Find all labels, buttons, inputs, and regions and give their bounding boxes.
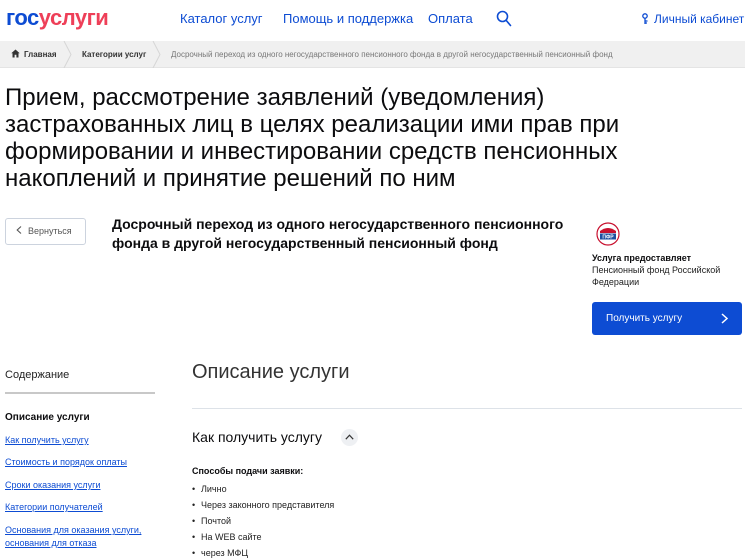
toc-link-how-to-get[interactable]: Как получить услугу <box>5 434 89 446</box>
pfr-logo-text: ПФР <box>602 234 614 240</box>
personal-cabinet-link[interactable]: Личный кабинет <box>640 11 744 27</box>
how-to-get-heading[interactable]: Как получить услугу <box>192 428 322 446</box>
toc-link-terms[interactable]: Сроки оказания услуги <box>5 479 100 491</box>
method-item: Лично <box>192 483 226 495</box>
breadcrumb-home-label: Главная <box>24 50 57 59</box>
get-service-button-label: Получить услугу <box>606 313 683 324</box>
get-service-button[interactable]: Получить услугу <box>592 302 742 335</box>
section-title: Описание услуги <box>192 361 350 383</box>
back-button-label: Вернуться <box>28 226 72 236</box>
methods-heading: Способы подачи заявки: <box>192 466 304 476</box>
nav-payment-link[interactable]: Оплата <box>428 11 473 27</box>
breadcrumb-separator-icon <box>63 41 72 68</box>
pfr-logo-icon: ПФР <box>596 222 620 246</box>
toc-link-cost[interactable]: Стоимость и порядок оплаты <box>5 456 127 468</box>
provider-name: Пенсионный фонд Российской Федерации <box>592 265 721 287</box>
chevron-left-icon <box>16 226 22 234</box>
breadcrumb-current: Досрочный переход из одного негосударств… <box>171 50 613 59</box>
toc-link-grounds[interactable]: Основания для оказания услуги, <box>5 524 141 536</box>
chevron-right-icon <box>721 313 728 324</box>
service-subtitle: Досрочный переход из одного негосударств… <box>112 216 564 251</box>
gosuslugi-logo[interactable]: госуслуги <box>6 5 109 30</box>
nav-help-link[interactable]: Помощь и поддержка <box>283 11 413 27</box>
method-item: через МФЦ <box>192 547 248 559</box>
site-header: госуслуги Каталог услуг Помощь и поддерж… <box>0 0 745 40</box>
home-icon <box>11 49 20 58</box>
method-item: Через законного представителя <box>192 499 334 511</box>
toc-link-grounds-refusal[interactable]: основания для отказа <box>5 537 97 549</box>
breadcrumb-categories[interactable]: Категории услуг <box>82 41 146 68</box>
logo-part-gos: гос <box>6 5 39 30</box>
toc-title: Содержание <box>5 369 70 381</box>
nav-catalog-link[interactable]: Каталог услуг <box>180 11 263 27</box>
breadcrumb-home[interactable]: Главная <box>11 41 57 68</box>
logo-part-uslugi: услуги <box>38 5 109 30</box>
key-icon <box>642 13 648 24</box>
breadcrumb: Главная Категории услуг Досрочный перехо… <box>0 41 745 68</box>
toc-item-active[interactable]: Описание услуги <box>5 411 90 424</box>
provider-label: Услуга предоставляет <box>592 253 692 263</box>
toc-link-recipients[interactable]: Категории получателей <box>5 501 103 513</box>
section-divider <box>192 408 742 409</box>
back-button[interactable]: Вернуться <box>5 218 86 245</box>
search-icon[interactable] <box>496 10 512 28</box>
collapse-button[interactable] <box>341 429 358 446</box>
breadcrumb-separator-icon <box>152 41 161 68</box>
chevron-up-icon <box>345 434 354 440</box>
page-title: Прием, рассмотрение заявлений (уведомлен… <box>5 84 620 192</box>
toc-divider <box>5 392 155 394</box>
cabinet-label: Личный кабинет <box>654 12 745 26</box>
method-item: На WEB сайте <box>192 531 262 543</box>
method-item: Почтой <box>192 515 231 527</box>
